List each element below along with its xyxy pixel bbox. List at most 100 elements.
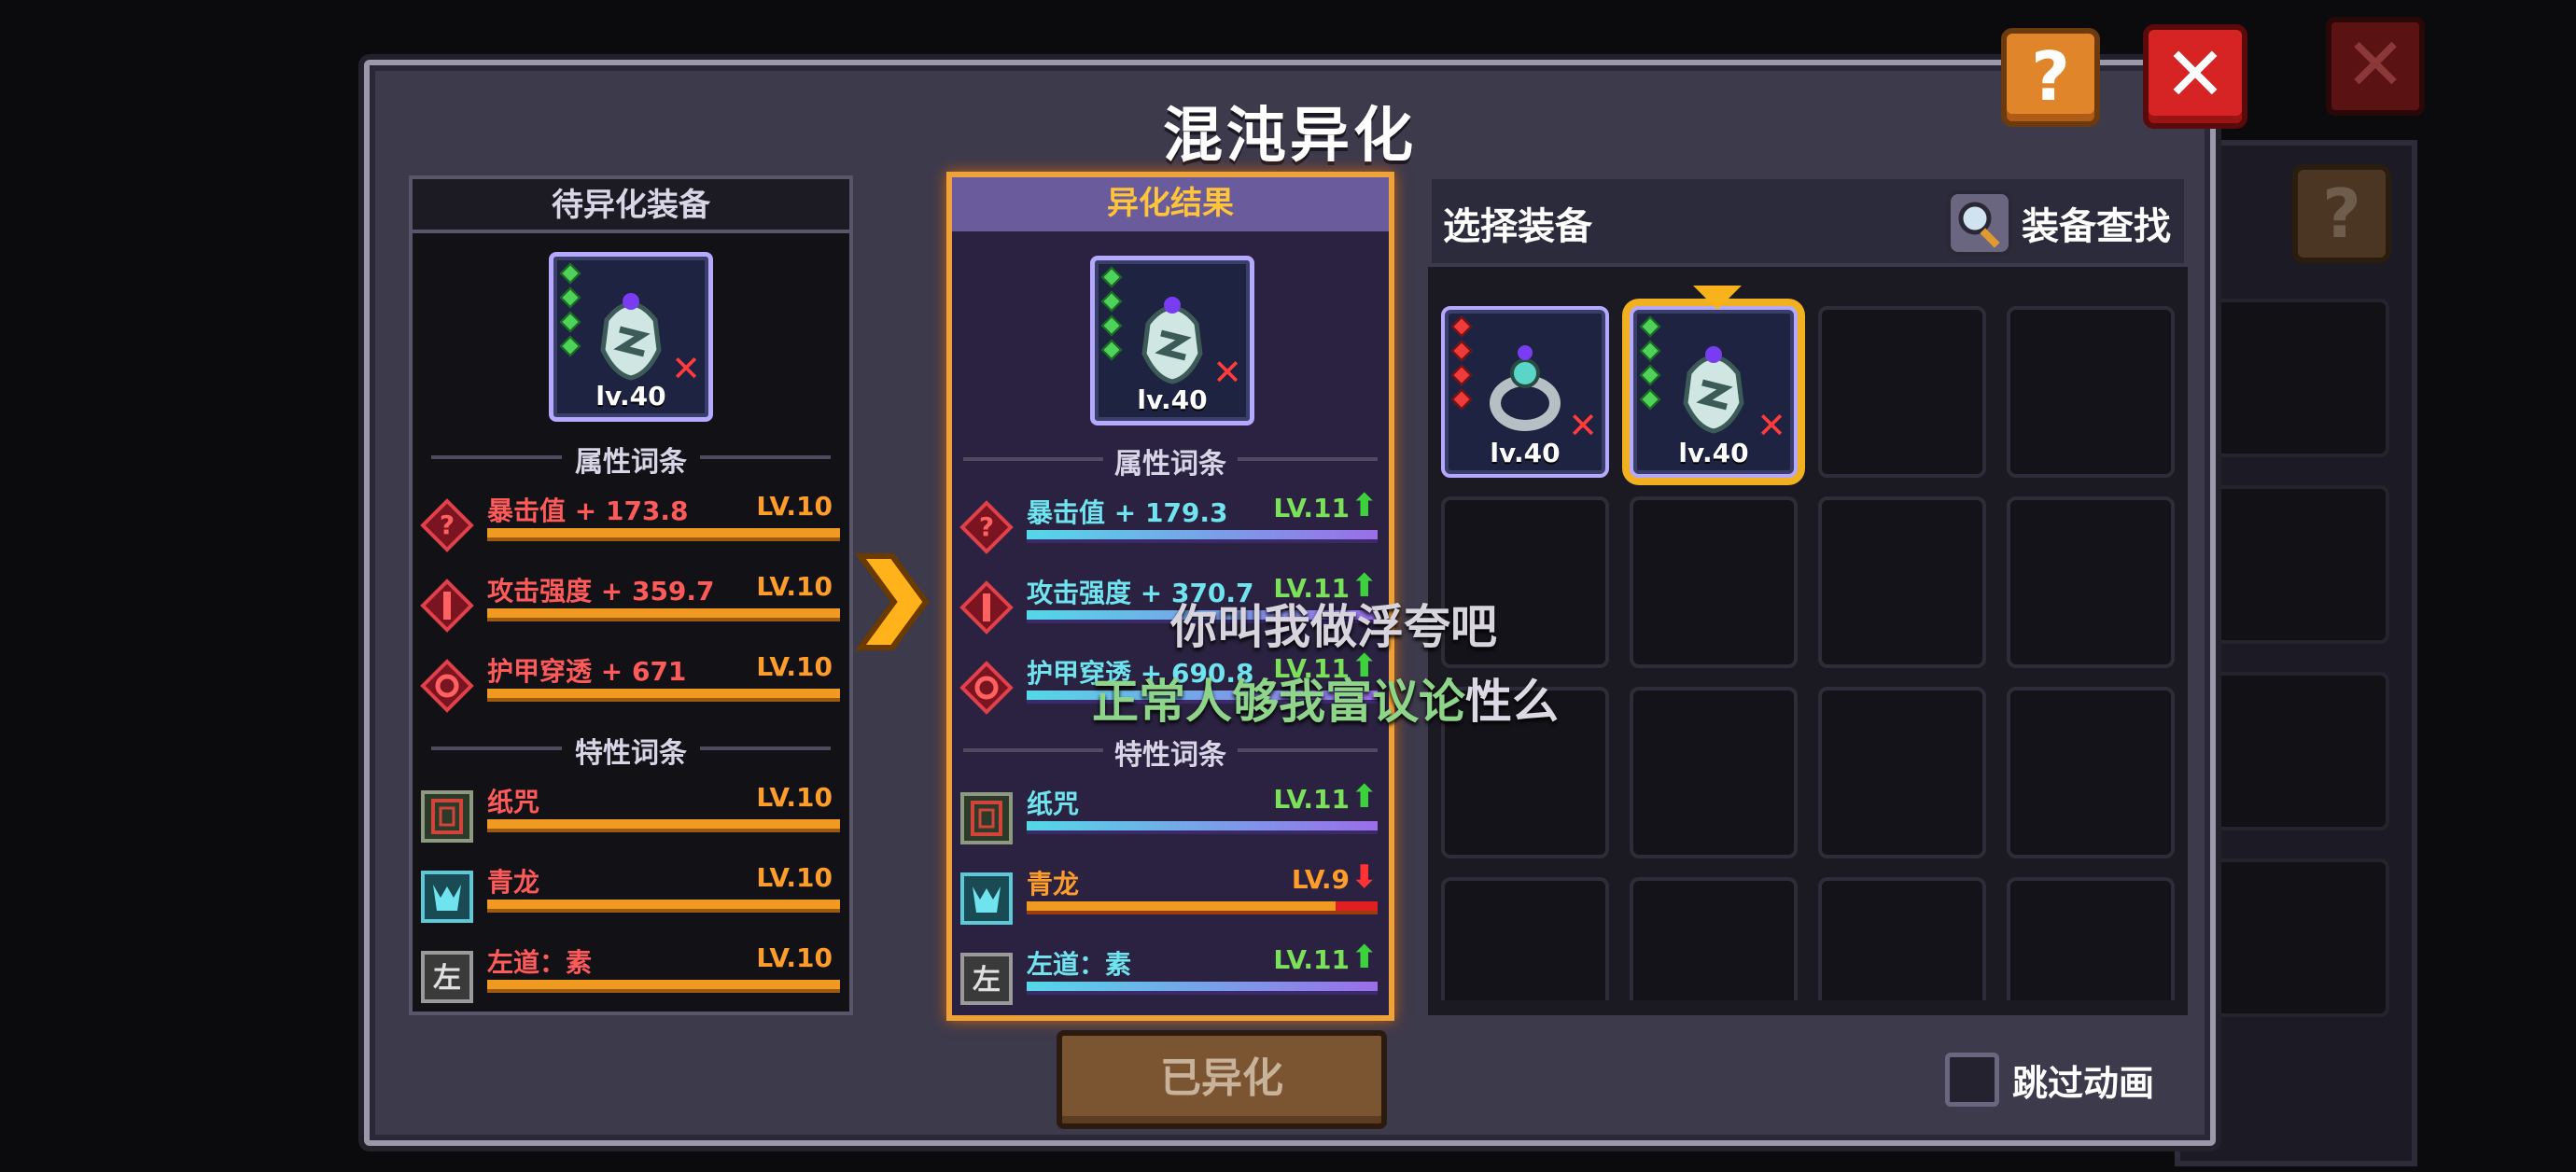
trait-bar [1027,901,1378,914]
svg-text:左: 左 [433,962,461,995]
trait-name: 纸咒 [1027,788,1080,819]
trait-level: LV.9 [1291,864,1350,895]
trait-section-label: 特性词条 [1114,739,1226,772]
attr-name: 护甲穿透 + 671 [487,656,687,687]
selected-marker-icon [1693,286,1742,310]
attr-section-label: 属性词条 [575,446,687,479]
item-level: lv.40 [1678,438,1749,468]
attr-name: 攻击强度 + 359.7 [487,576,715,607]
search-equipment-button[interactable]: 装备查找 [1947,188,2171,258]
result-attr-row: ? 暴击值 + 179.3 LV.11 ⬆ [952,487,1389,571]
attr-row: 护甲穿透 + 671 LV.10 [413,651,849,730]
left-path-icon: 左 [960,953,1013,1005]
armor-pierce-icon [420,659,474,713]
quality-gems-icon [1450,315,1473,416]
trait-level: LV.11 [1273,944,1350,975]
chevron-right-icon [855,551,930,672]
background-close-button: ✕ [2326,17,2425,116]
item-level: lv.40 [595,381,666,412]
trait-name: 青龙 [1027,869,1080,900]
mutated-button[interactable]: 已异化 [1057,1030,1387,1129]
attr-row: 攻击强度 + 359.7 LV.10 [413,571,849,649]
equipment-slot[interactable]: ✕ lv.40 [1441,306,1609,478]
item-level: lv.40 [1490,438,1561,468]
subtitle-line-1: 你叫我做浮夸吧 [1170,600,1497,654]
arrow-up-icon: ⬆ [1351,939,1379,976]
trait-bar [487,819,840,832]
select-equipment-column: 选择装备 装备查找 ✕ lv.40 ✕ lv.40 [1428,175,2188,1015]
attr-level: LV.10 [756,651,833,682]
armor-pierce-icon [959,661,1014,715]
azure-dragon-icon [421,871,473,923]
item-level: lv.40 [1137,384,1208,415]
empty-slot[interactable] [1630,877,1798,1000]
attr-section-title: 属性词条 [413,439,849,480]
attr-bar [487,608,840,621]
attr-row: ? 暴击值 + 173.8 LV.10 [413,491,849,569]
close-button[interactable]: ✕ [2143,24,2247,129]
empty-slot[interactable] [1818,877,1986,1000]
result-trait-row: 纸咒 LV.11 ⬆ [952,778,1389,862]
attr-level: LV.11 [1273,493,1350,523]
helmet-icon [600,293,662,381]
empty-slot[interactable] [2007,306,2175,478]
azure-dragon-icon [960,872,1013,925]
help-button[interactable]: ? [2001,28,2100,127]
attack-icon [959,580,1014,635]
ring-icon [1490,345,1561,431]
pending-equipment-header: 待异化装备 [413,179,849,233]
attr-section-label: 属性词条 [1114,448,1226,481]
arrow-down-icon: ⬇ [1351,858,1379,896]
arrow-up-icon: ⬆ [1351,778,1379,816]
crit-icon: ? [420,498,474,552]
paper-curse-icon [421,790,473,843]
empty-slot[interactable] [2007,877,2175,1000]
mutation-result-header: 异化结果 [952,177,1389,231]
select-equipment-title: 选择装备 [1443,205,1592,248]
trait-name: 左道：素 [487,947,593,978]
search-equipment-label: 装备查找 [2022,205,2171,248]
empty-slot[interactable] [1818,306,1986,478]
empty-slot[interactable] [1818,496,1986,668]
skip-animation-checkbox[interactable] [1945,1053,1999,1107]
attr-level: LV.10 [756,571,833,602]
empty-slot[interactable] [1441,877,1609,1000]
trait-section-label: 特性词条 [575,737,687,770]
trait-level: LV.11 [1273,784,1350,815]
subtitle-green-part: 正常人够我富议论 [1092,675,1465,729]
arrow-up-icon: ⬆ [1351,487,1379,524]
subtitle-white-part: 性么 [1465,675,1559,729]
pending-item-card[interactable]: ✕ lv.40 [549,252,713,422]
empty-slot[interactable] [2007,687,2175,858]
empty-slot[interactable] [2007,496,2175,668]
trait-row: 左 左道：素 LV.10 [413,942,849,1021]
trait-bar [1027,982,1378,995]
svg-text:左: 左 [973,964,1001,997]
attack-icon [420,579,474,633]
helmet-icon [1683,346,1744,434]
select-header-bar: 选择装备 装备查找 [1428,175,2188,267]
attr-level: LV.10 [756,491,833,522]
trait-name: 纸咒 [487,787,540,817]
search-icon [1947,190,2012,256]
quality-gems-icon [559,262,581,363]
empty-slot[interactable] [1818,687,1986,858]
quality-gems-icon [1100,266,1123,367]
pending-equipment-column: 待异化装备 ✕ lv.40 属性词条 ? 暴击值 + 173.8 LV.10 攻… [409,175,853,1015]
equipment-slot-selected[interactable]: ✕ lv.40 [1630,286,1798,478]
skip-animation-label: 跳过动画 [2012,1063,2155,1104]
trait-level: LV.10 [756,942,833,973]
empty-slot[interactable] [1630,496,1798,668]
svg-text:?: ? [440,509,455,540]
panel-title: 混沌异化 [1163,102,1417,171]
result-item-card[interactable]: ✕ lv.40 [1090,256,1254,426]
attr-bar [487,528,840,541]
trait-bar [487,980,840,993]
trait-row: 纸咒 LV.10 [413,782,849,860]
trait-section-title: 特性词条 [952,732,1389,773]
attr-name: 暴击值 + 179.3 [1027,497,1228,528]
trait-bar [487,900,840,913]
empty-slot[interactable] [1630,687,1798,858]
background-help-button: ? [2292,164,2391,263]
result-trait-row: 青龙 LV.9 ⬇ [952,858,1389,942]
